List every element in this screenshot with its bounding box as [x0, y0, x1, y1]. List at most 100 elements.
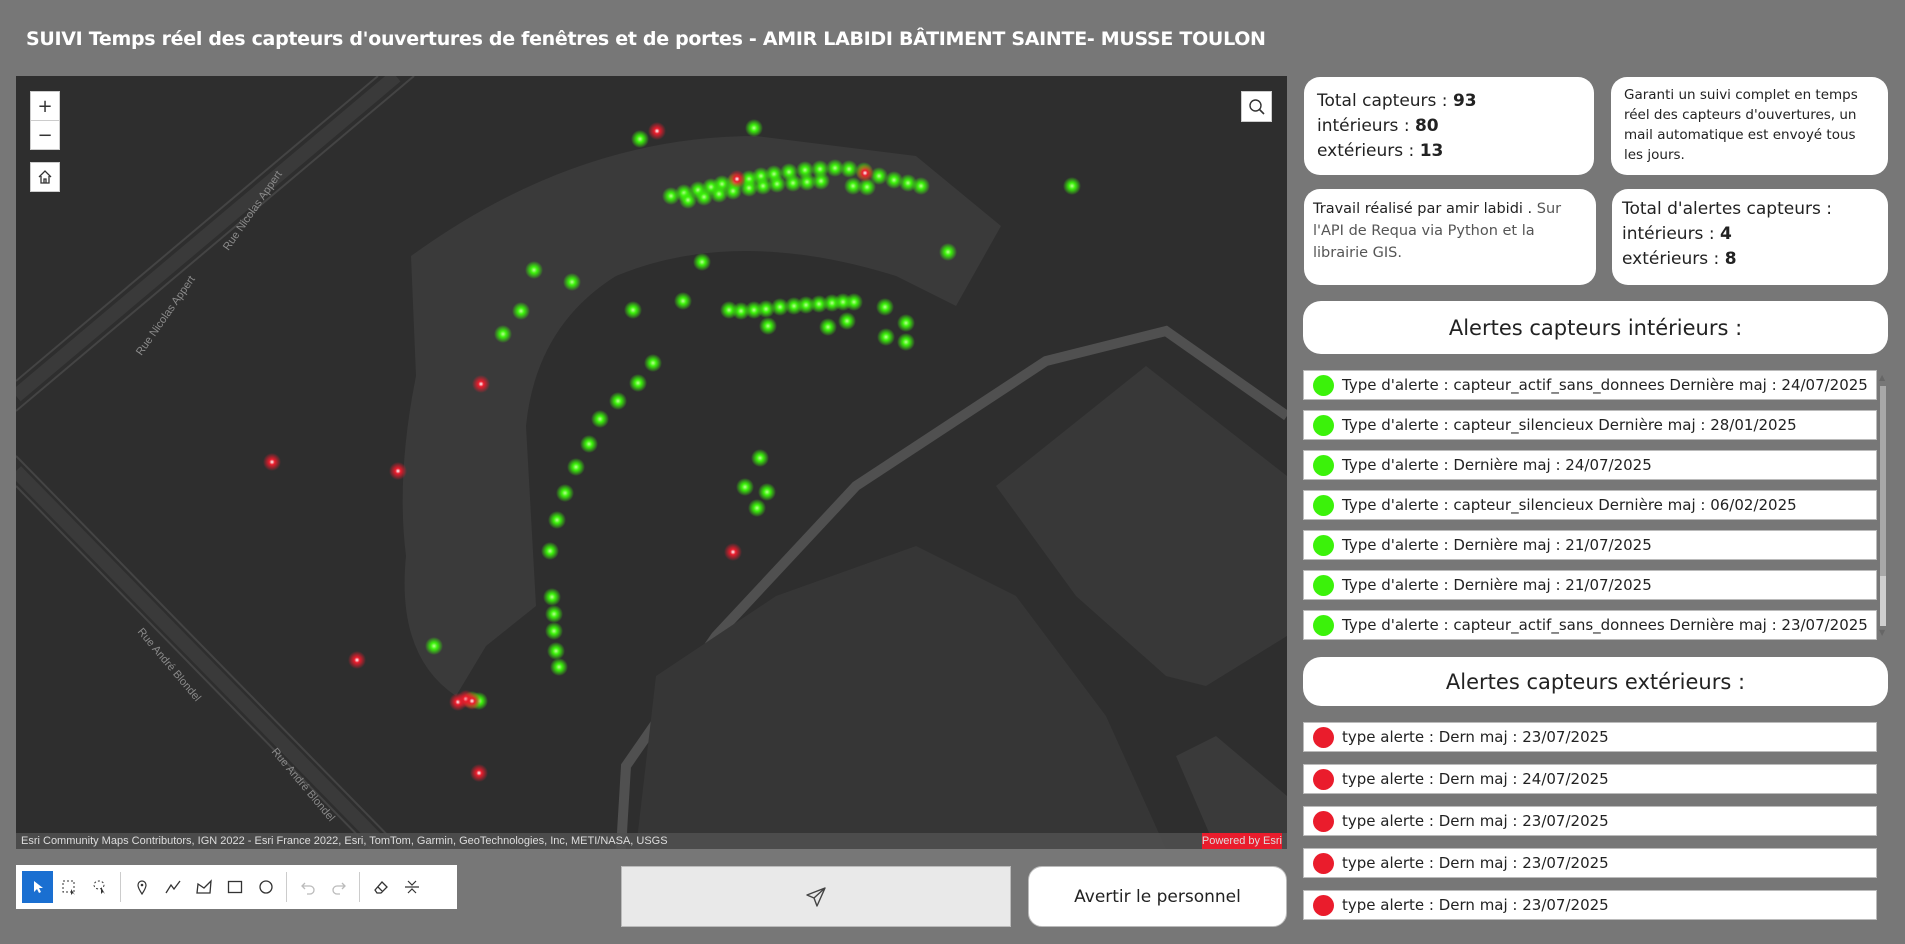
sensor-alert-marker[interactable] — [856, 164, 874, 182]
polyline-icon[interactable] — [157, 871, 188, 903]
sensor-ok-marker[interactable] — [897, 333, 915, 351]
alert-text: type alerte : Dern maj : 24/07/2025 — [1342, 770, 1609, 788]
sensor-ok-marker[interactable] — [631, 130, 649, 148]
search-button[interactable] — [1241, 91, 1272, 122]
sensor-ok-marker[interactable] — [644, 354, 662, 372]
sensor-ok-marker[interactable] — [494, 325, 512, 343]
sensor-alert-marker[interactable] — [724, 543, 742, 561]
warn-staff-button[interactable]: Avertir le personnel — [1028, 866, 1287, 927]
alert-interior-value: 4 — [1719, 224, 1732, 244]
sensor-ok-marker[interactable] — [547, 642, 565, 660]
sensor-ok-marker[interactable] — [674, 292, 692, 310]
sensor-ok-marker[interactable] — [912, 177, 930, 195]
sensor-ok-marker[interactable] — [556, 484, 574, 502]
home-button[interactable] — [30, 162, 60, 192]
sensor-ok-marker[interactable] — [425, 637, 443, 655]
alert-totals-card: Total d'alertes capteurs : intérieurs : … — [1612, 189, 1888, 285]
sensor-ok-marker[interactable] — [545, 605, 563, 623]
sensor-ok-marker[interactable] — [939, 243, 957, 261]
sensor-ok-marker[interactable] — [758, 483, 776, 501]
sensor-ok-marker[interactable] — [525, 261, 543, 279]
list-item[interactable]: Type d'alerte : capteur_silencieux Derni… — [1303, 490, 1877, 520]
select-arrow-icon[interactable] — [22, 871, 53, 903]
list-item[interactable]: Type d'alerte : Dernière maj : 24/07/202… — [1303, 450, 1877, 480]
collapse-icon[interactable] — [396, 871, 427, 903]
sensor-ok-marker[interactable] — [695, 188, 713, 206]
list-item[interactable]: Type d'alerte : Dernière maj : 21/07/202… — [1303, 570, 1877, 600]
sensor-ok-marker[interactable] — [748, 499, 766, 517]
sensor-ok-marker[interactable] — [768, 175, 786, 193]
sensor-ok-marker[interactable] — [567, 458, 585, 476]
sensor-ok-marker[interactable] — [751, 449, 769, 467]
redo-icon[interactable] — [323, 871, 354, 903]
sensor-ok-marker[interactable] — [541, 542, 559, 560]
zoom-in-button[interactable]: + — [30, 91, 60, 121]
scroll-down-icon[interactable]: ▼ — [1879, 628, 1885, 637]
list-item[interactable]: Type d'alerte : capteur_actif_sans_donne… — [1303, 610, 1877, 640]
list-item[interactable]: Type d'alerte : capteur_silencieux Derni… — [1303, 410, 1877, 440]
sensor-alert-marker[interactable] — [648, 122, 666, 140]
send-button[interactable] — [621, 866, 1011, 927]
sensor-ok-marker[interactable] — [563, 273, 581, 291]
sensor-ok-marker[interactable] — [736, 478, 754, 496]
sensor-ok-marker[interactable] — [512, 302, 530, 320]
alert-interior-label: intérieurs : — [1622, 224, 1720, 244]
info-card: Garanti un suivi complet en temps réel d… — [1611, 77, 1888, 175]
sensor-alert-marker[interactable] — [470, 764, 488, 782]
sensor-ok-marker[interactable] — [819, 318, 837, 336]
interior-label: intérieurs : — [1317, 116, 1415, 136]
sensor-ok-marker[interactable] — [580, 435, 598, 453]
exterior-value: 13 — [1419, 141, 1444, 161]
map-attribution: Esri Community Maps Contributors, IGN 20… — [16, 833, 1287, 849]
lasso-select-icon[interactable] — [84, 871, 115, 903]
sensor-ok-marker[interactable] — [629, 374, 647, 392]
sensor-ok-marker[interactable] — [897, 314, 915, 332]
sensor-alert-marker[interactable] — [728, 170, 746, 188]
alert-text: Type d'alerte : capteur_silencieux Derni… — [1342, 416, 1797, 434]
sensor-ok-marker[interactable] — [812, 172, 830, 190]
sensor-ok-marker[interactable] — [877, 328, 895, 346]
list-item[interactable]: Type d'alerte : Dernière maj : 21/07/202… — [1303, 530, 1877, 560]
sensor-alert-marker[interactable] — [263, 453, 281, 471]
sensor-ok-marker[interactable] — [745, 119, 763, 137]
list-item[interactable]: Type d'alerte : capteur_actif_sans_donne… — [1303, 370, 1877, 400]
sensor-ok-marker[interactable] — [693, 253, 711, 271]
sensor-ok-marker[interactable] — [759, 317, 777, 335]
zoom-out-button[interactable]: − — [30, 120, 60, 150]
scroll-up-icon[interactable]: ▲ — [1879, 373, 1885, 382]
sensor-ok-marker[interactable] — [548, 511, 566, 529]
interior-alerts-list[interactable]: Type d'alerte : capteur_actif_sans_donne… — [1303, 370, 1888, 642]
sensor-ok-marker[interactable] — [624, 301, 642, 319]
list-item[interactable]: type alerte : Dern maj : 23/07/2025 — [1303, 890, 1877, 920]
list-item[interactable]: type alerte : Dern maj : 23/07/2025 — [1303, 848, 1877, 878]
exterior-alerts-list[interactable]: type alerte : Dern maj : 23/07/2025 type… — [1303, 722, 1888, 922]
polygon-icon[interactable] — [188, 871, 219, 903]
interior-alerts-heading: Alertes capteurs intérieurs : — [1303, 301, 1888, 354]
rectangle-icon[interactable] — [219, 871, 250, 903]
sensor-ok-marker[interactable] — [591, 410, 609, 428]
circle-icon[interactable] — [250, 871, 281, 903]
rectangle-select-icon[interactable] — [53, 871, 84, 903]
sensor-alert-marker[interactable] — [472, 375, 490, 393]
status-alert-icon — [1313, 768, 1334, 790]
list-item[interactable]: type alerte : Dern maj : 23/07/2025 — [1303, 806, 1877, 836]
point-icon[interactable] — [126, 871, 157, 903]
sensor-alert-marker[interactable] — [463, 692, 481, 710]
sensor-alert-marker[interactable] — [389, 462, 407, 480]
sensor-ok-marker[interactable] — [545, 622, 563, 640]
sensor-ok-marker[interactable] — [679, 191, 697, 209]
sensor-ok-marker[interactable] — [609, 392, 627, 410]
sensor-map[interactable]: Rue Nicolas Appert Rue Nicolas Appert Ru… — [16, 76, 1287, 849]
eraser-icon[interactable] — [365, 871, 396, 903]
sensor-ok-marker[interactable] — [876, 298, 894, 316]
undo-icon[interactable] — [292, 871, 323, 903]
sensor-ok-marker[interactable] — [550, 658, 568, 676]
sensor-ok-marker[interactable] — [543, 588, 561, 606]
list-item[interactable]: type alerte : Dern maj : 23/07/2025 — [1303, 722, 1877, 752]
sensor-ok-marker[interactable] — [845, 293, 863, 311]
sensor-alert-marker[interactable] — [348, 651, 366, 669]
sensor-ok-marker[interactable] — [1063, 177, 1081, 195]
sensor-ok-marker[interactable] — [838, 312, 856, 330]
list-item[interactable]: type alerte : Dern maj : 24/07/2025 — [1303, 764, 1877, 794]
scrollbar[interactable] — [1880, 386, 1886, 626]
